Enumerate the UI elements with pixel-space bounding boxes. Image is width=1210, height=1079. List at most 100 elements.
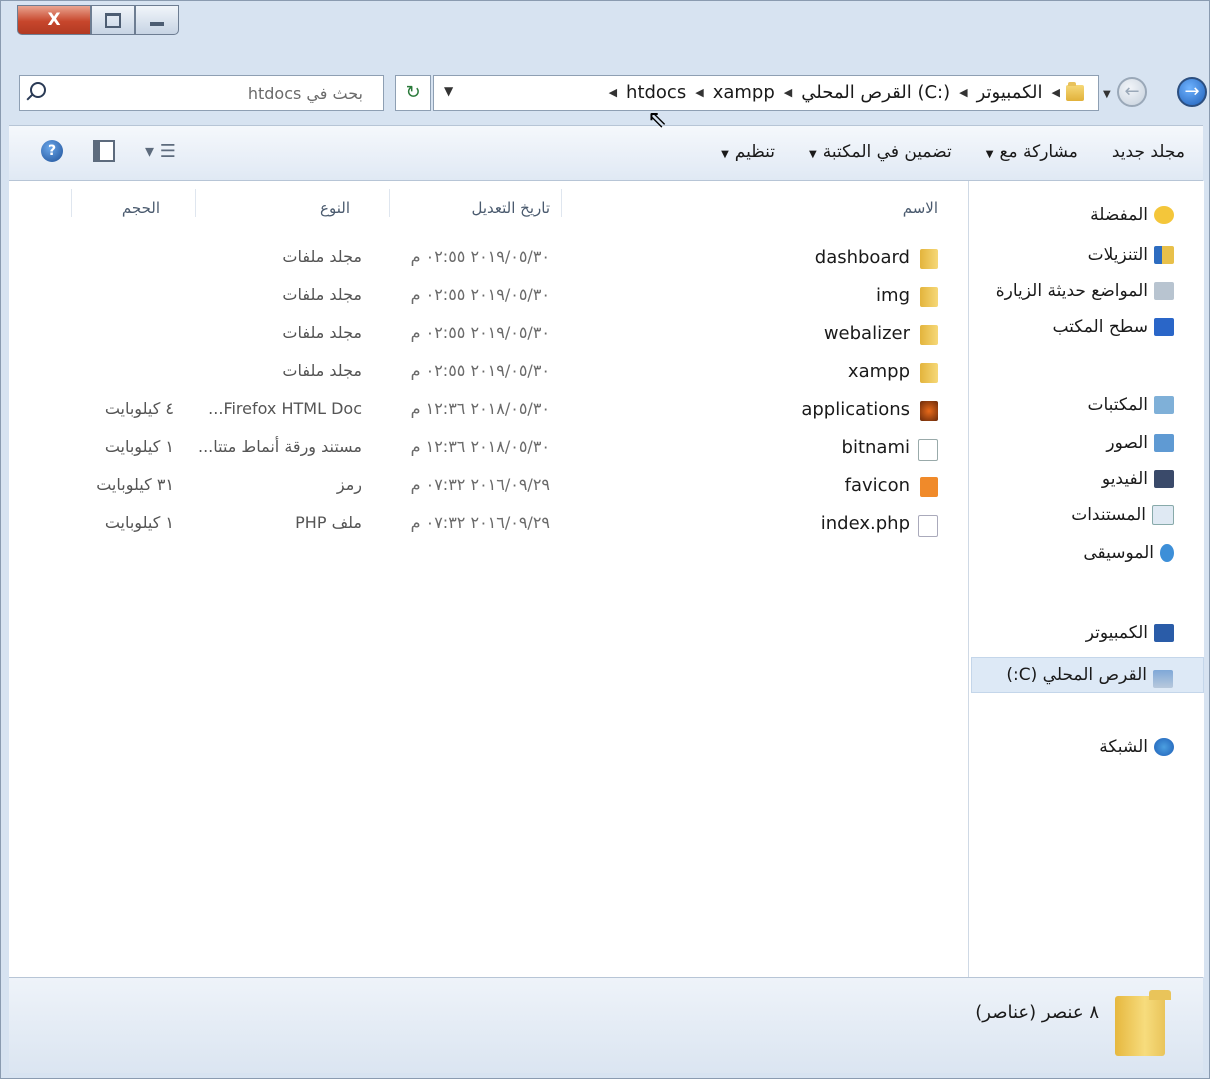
nav-label: الشبكة [1099, 737, 1148, 757]
file-type: ملف PHP [295, 513, 362, 532]
help-icon[interactable]: ? [41, 140, 63, 162]
forward-button[interactable]: ← [1117, 77, 1147, 107]
nav-label: الصور [1106, 433, 1148, 453]
arrow-right-icon: → [1184, 81, 1200, 102]
column-header-type[interactable]: النوع [320, 199, 350, 217]
folder-icon [1066, 81, 1084, 101]
breadcrumb-computer[interactable]: الكمبيوتر [974, 80, 1046, 105]
nav-libraries[interactable]: المكتبات [1087, 395, 1174, 415]
maximize-button[interactable] [91, 5, 135, 35]
file-row[interactable]: xampp ٢٠١٩/٠٥/٣٠ ٠٢:٥٥ م مجلد ملفات [9, 355, 968, 391]
file-name: index.php [820, 513, 910, 534]
nav-downloads[interactable]: التنزيلات [1088, 245, 1174, 265]
nav-recent-places[interactable]: المواضع حديثة الزيارة [996, 281, 1174, 301]
pictures-icon [1154, 434, 1174, 452]
column-header-date[interactable]: تاريخ التعديل [471, 199, 550, 217]
file-row[interactable]: applications ٢٠١٨/٠٥/٣٠ ١٢:٣٦ م Firefox HT… [9, 393, 968, 429]
file-type: مجلد ملفات [282, 361, 362, 380]
details-pane: ٨ عنصر (عناصر) [9, 977, 1203, 1073]
refresh-button[interactable]: ↻ [395, 75, 431, 111]
search-input[interactable]: بحث في htdocs [19, 75, 384, 111]
column-divider[interactable] [71, 189, 72, 217]
php-file-icon [918, 515, 938, 537]
file-name: webalizer [823, 323, 910, 344]
file-row[interactable]: index.php ٢٠١٦/٠٩/٢٩ ٠٧:٣٢ م ملف PHP ١ كيلو… [9, 507, 968, 543]
address-history-dropdown[interactable]: ▼ [444, 84, 453, 98]
breadcrumb-separator[interactable]: ◀ [959, 86, 967, 99]
file-date: ٢٠١٩/٠٥/٣٠ ٠٢:٥٥ م [410, 361, 550, 380]
nav-local-disk[interactable]: القرص المحلي (C:) [971, 657, 1204, 693]
star-icon [1154, 206, 1174, 224]
nav-favorites[interactable]: المفضلة [1090, 205, 1174, 225]
nav-label: المواضع حديثة الزيارة [995, 281, 1148, 301]
breadcrumb-htdocs[interactable]: htdocs [623, 80, 689, 105]
column-header-name[interactable]: الاسم [903, 199, 938, 217]
file-type: مجلد ملفات [282, 285, 362, 304]
file-name: xampp [847, 361, 910, 382]
nav-network[interactable]: الشبكة [1099, 737, 1174, 757]
nav-label: الكمبيوتر [1085, 623, 1148, 643]
breadcrumb-local-disk[interactable]: القرص المحلي (C:) [798, 80, 953, 105]
breadcrumb-separator[interactable]: ◀ [1052, 86, 1060, 99]
arrow-left-icon: ← [1124, 81, 1140, 102]
file-name: img [876, 285, 910, 306]
nav-videos[interactable]: الفيديو [1102, 469, 1174, 489]
file-date: ٢٠١٦/٠٩/٢٩ ٠٧:٣٢ م [410, 513, 550, 532]
firefox-html-icon [920, 401, 938, 421]
window-controls: X [17, 5, 179, 35]
nav-pictures[interactable]: الصور [1106, 433, 1174, 453]
folder-icon [920, 287, 938, 307]
file-size: ٤ كيلوبايت [104, 399, 174, 418]
nav-documents[interactable]: المستندات [1071, 505, 1174, 525]
folder-icon [1115, 990, 1171, 1056]
new-folder-button[interactable]: مجلد جديد [1112, 142, 1185, 162]
preview-pane-icon[interactable] [93, 140, 115, 162]
nav-label: التنزيلات [1087, 245, 1148, 265]
column-divider[interactable] [195, 189, 196, 217]
recent-pages-dropdown[interactable]: ▼ [1103, 89, 1111, 100]
navigation-pane: المفضلة التنزيلات المواضع حديثة الزيارة … [968, 181, 1204, 977]
close-button[interactable]: X [17, 5, 91, 35]
file-size: ١ كيلوبايت [104, 513, 174, 532]
nav-music[interactable]: الموسيقى [1083, 543, 1174, 563]
column-divider[interactable] [389, 189, 390, 217]
address-bar[interactable]: ▼ ◀ الكمبيوتر ◀ القرص المحلي (C:) ◀ xamp… [433, 75, 1099, 111]
back-button[interactable]: → [1177, 77, 1207, 107]
documents-icon [1152, 505, 1174, 525]
breadcrumb-separator[interactable]: ◀ [784, 86, 792, 99]
computer-icon [1154, 624, 1174, 642]
file-name: bitnami [841, 437, 910, 458]
folder-icon [920, 325, 938, 345]
file-list: الاسم تاريخ التعديل النوع الحجم dashboar… [9, 181, 968, 977]
video-icon [1154, 470, 1174, 488]
column-header-size[interactable]: الحجم [122, 199, 160, 217]
file-row[interactable]: webalizer ٢٠١٩/٠٥/٣٠ ٠٢:٥٥ م مجلد ملفات [9, 317, 968, 353]
maximize-icon [105, 12, 121, 28]
change-view-icon[interactable]: ▾ ☰ [145, 141, 176, 162]
share-with-menu[interactable]: مشاركة مع ▼ [986, 142, 1078, 162]
file-row[interactable]: dashboard ٢٠١٩/٠٥/٣٠ ٠٢:٥٥ م مجلد ملفات [9, 241, 968, 277]
include-in-library-menu[interactable]: تضمين في المكتبة ▼ [809, 142, 952, 162]
minimize-button[interactable] [135, 5, 179, 35]
nav-label: المكتبات [1087, 395, 1148, 415]
file-row[interactable]: favicon ٢٠١٦/٠٩/٢٩ ٠٧:٣٢ م رمز ٣١ كيلوبايت [9, 469, 968, 505]
file-date: ٢٠١٨/٠٥/٣٠ ١٢:٣٦ م [410, 399, 550, 418]
nav-label: المستندات [1071, 505, 1146, 525]
refresh-icon: ↻ [405, 82, 421, 103]
breadcrumb-separator[interactable]: ◀ [609, 86, 617, 99]
nav-desktop[interactable]: سطح المكتب [1052, 317, 1174, 337]
mouse-cursor-icon: ⇖ [647, 105, 668, 133]
breadcrumb-xampp[interactable]: xampp [710, 80, 778, 105]
organize-menu[interactable]: تنظيم ▼ [721, 142, 775, 162]
explorer-window: X بحث في htdocs ↻ ▼ ◀ الكمبيوتر ◀ القرص … [0, 0, 1210, 1079]
nav-label: المفضلة [1090, 205, 1148, 225]
nav-label: الفيديو [1101, 469, 1148, 489]
column-divider[interactable] [561, 189, 562, 217]
breadcrumb-separator[interactable]: ◀ [695, 86, 703, 99]
folder-icon [920, 249, 938, 269]
file-row[interactable]: img ٢٠١٩/٠٥/٣٠ ٠٢:٥٥ م مجلد ملفات [9, 279, 968, 315]
file-date: ٢٠١٦/٠٩/٢٩ ٠٧:٣٢ م [410, 475, 550, 494]
file-row[interactable]: bitnami ٢٠١٨/٠٥/٣٠ ١٢:٣٦ م مستند ورقة أنما… [9, 431, 968, 467]
downloads-icon [1154, 246, 1174, 264]
nav-computer[interactable]: الكمبيوتر [1086, 623, 1174, 643]
